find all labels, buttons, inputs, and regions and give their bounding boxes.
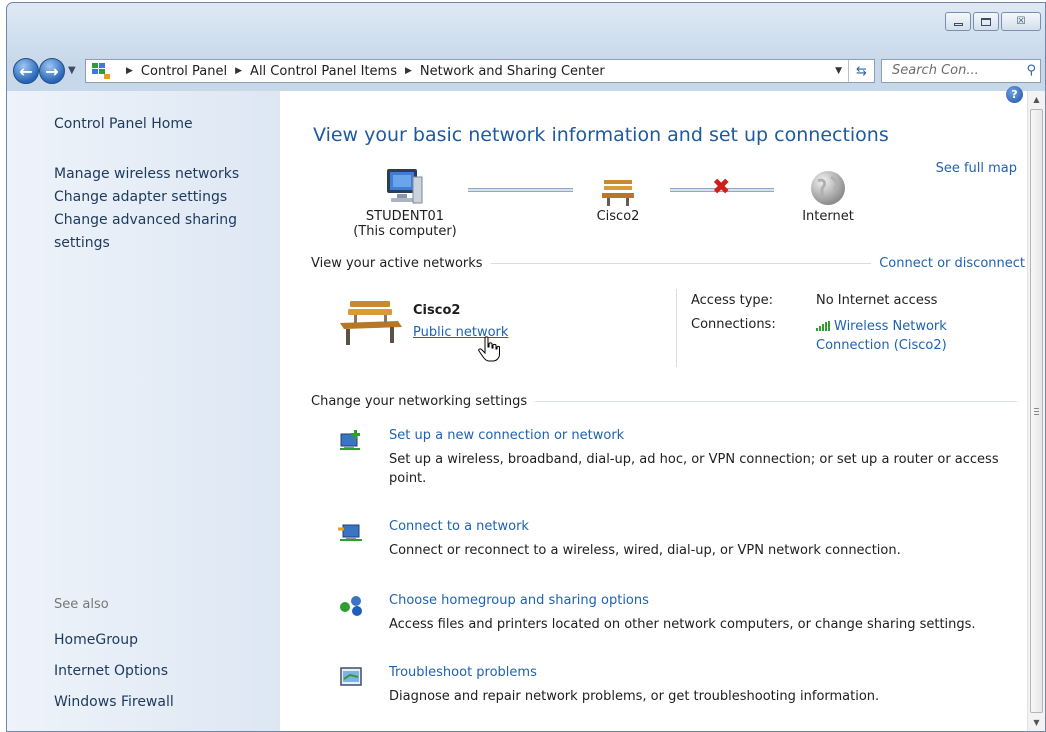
scrollbar-thumb[interactable] (1030, 109, 1043, 713)
sidebar-tasks: Manage wireless networks Change adapter … (54, 163, 274, 255)
computer-name: STUDENT01 (365, 209, 445, 224)
troubleshoot-icon (340, 667, 362, 686)
homegroup-icon (340, 596, 362, 616)
connect-network-icon (338, 524, 362, 541)
breadcrumb-network-sharing[interactable]: Network and Sharing Center (420, 64, 605, 79)
forward-button[interactable]: → (39, 58, 65, 84)
access-type-label: Access type: (691, 293, 774, 308)
sidebar-control-panel-home[interactable]: Control Panel Home (54, 116, 193, 132)
change-settings-header: Change your networking settings (311, 394, 1025, 409)
breadcrumb-separator-icon[interactable]: ▶ (126, 66, 133, 76)
caption-buttons: ☒ (945, 12, 1041, 31)
internet-label: Internet (802, 209, 854, 224)
chevron-down-icon: ▼ (68, 65, 76, 76)
task-connect-network-desc: Connect or reconnect to a wireless, wire… (389, 543, 901, 558)
wireless-connection-text: Wireless Network Connection (Cisco2) (816, 319, 947, 353)
new-connection-icon (340, 430, 360, 450)
task-setup-connection-link[interactable]: Set up a new connection or network (389, 428, 624, 443)
see-also-windows-firewall[interactable]: Windows Firewall (54, 687, 174, 718)
explorer-window: ☒ ← → ▼ ▶ Control Panel ▶ All Control Pa… (6, 2, 1046, 732)
globe-icon (788, 163, 868, 207)
task-pane: Control Panel Home Manage wireless netwo… (7, 91, 280, 731)
map-connection-line (468, 188, 573, 192)
title-bar: ☒ (7, 3, 1045, 49)
control-panel-icon (92, 63, 110, 79)
scroll-down-icon[interactable]: ▼ (1028, 714, 1045, 731)
close-button[interactable]: ☒ (1001, 12, 1041, 31)
breadcrumb-all-items[interactable]: All Control Panel Items (250, 64, 397, 79)
see-also-internet-options[interactable]: Internet Options (54, 656, 174, 687)
arrow-right-icon: → (45, 61, 59, 81)
address-dropdown-icon[interactable]: ▼ (835, 66, 842, 76)
divider (490, 263, 872, 264)
sidebar-change-advanced-sharing[interactable]: Change advanced sharing settings (54, 209, 274, 255)
map-network-name: Cisco2 (596, 209, 640, 224)
main-panel: ? View your basic network information an… (280, 86, 1027, 731)
hand-cursor-icon (478, 336, 500, 366)
minimize-icon (953, 23, 963, 26)
active-network-name: Cisco2 (413, 303, 461, 318)
bench-icon (583, 163, 653, 207)
see-also-links: HomeGroup Internet Options Windows Firew… (54, 625, 174, 718)
see-full-map-link[interactable]: See full map (936, 161, 1017, 176)
connect-or-disconnect-link[interactable]: Connect or disconnect (879, 256, 1025, 271)
see-also-homegroup[interactable]: HomeGroup (54, 625, 174, 656)
address-bar[interactable]: ▶ Control Panel ▶ All Control Panel Item… (85, 59, 875, 83)
task-troubleshoot-link[interactable]: Troubleshoot problems (389, 665, 537, 680)
change-settings-heading: Change your networking settings (311, 394, 528, 409)
maximize-button[interactable] (973, 12, 999, 31)
computer-subtitle: (This computer) (353, 224, 457, 239)
divider (535, 401, 1017, 402)
refresh-button[interactable]: ⇆ (848, 60, 874, 82)
maximize-icon (981, 17, 991, 26)
breadcrumb-separator-icon[interactable]: ▶ (235, 66, 242, 76)
map-node-internet[interactable]: Internet (788, 163, 868, 224)
refresh-icon: ⇆ (856, 63, 867, 79)
breadcrumb-control-panel[interactable]: Control Panel (141, 64, 227, 79)
recent-pages-button[interactable]: ▼ (68, 65, 76, 76)
map-node-network[interactable]: Cisco2 (583, 163, 653, 224)
help-icon[interactable]: ? (1006, 86, 1023, 103)
page-title: View your basic network information and … (313, 124, 889, 146)
active-networks-heading: View your active networks (311, 256, 483, 271)
navigation-bar: ← → ▼ ▶ Control Panel ▶ All Control Pane… (7, 56, 1045, 88)
scroll-up-icon[interactable]: ▲ (1028, 91, 1045, 108)
network-bench-icon (338, 299, 404, 353)
task-homegroup-link[interactable]: Choose homegroup and sharing options (389, 593, 649, 608)
task-homegroup-desc: Access files and printers located on oth… (389, 617, 976, 632)
back-button[interactable]: ← (13, 58, 39, 84)
search-input[interactable]: Search Con... ⚲ (881, 59, 1041, 83)
see-also-heading: See also (54, 597, 109, 612)
no-connection-icon: ✖ (712, 175, 731, 200)
connections-label: Connections: (691, 317, 776, 332)
minimize-button[interactable] (945, 12, 971, 31)
wireless-connection-link[interactable]: Wireless Network Connection (Cisco2) (816, 317, 976, 355)
vertical-scrollbar[interactable]: ▲ ▼ (1027, 91, 1045, 731)
vertical-divider (676, 289, 677, 367)
access-type-value: No Internet access (816, 293, 938, 308)
sidebar-manage-wireless[interactable]: Manage wireless networks (54, 163, 274, 186)
breadcrumb-separator-icon[interactable]: ▶ (405, 66, 412, 76)
map-node-computer[interactable]: STUDENT01 (This computer) (350, 163, 460, 239)
task-setup-connection-desc: Set up a wireless, broadband, dial-up, a… (389, 452, 999, 486)
task-troubleshoot-desc: Diagnose and repair network problems, or… (389, 689, 880, 704)
signal-strength-icon (816, 321, 830, 331)
close-icon: ☒ (1016, 16, 1026, 27)
active-networks-header: View your active networks Connect or dis… (311, 256, 1025, 271)
grip-icon (1034, 408, 1039, 415)
computer-icon (350, 163, 460, 207)
arrow-left-icon: ← (19, 61, 33, 81)
sidebar-change-adapter[interactable]: Change adapter settings (54, 186, 274, 209)
task-connect-network-link[interactable]: Connect to a network (389, 519, 529, 534)
content-area: Control Panel Home Manage wireless netwo… (7, 86, 1045, 731)
search-icon[interactable]: ⚲ (1026, 63, 1036, 78)
search-placeholder: Search Con... (892, 63, 979, 78)
